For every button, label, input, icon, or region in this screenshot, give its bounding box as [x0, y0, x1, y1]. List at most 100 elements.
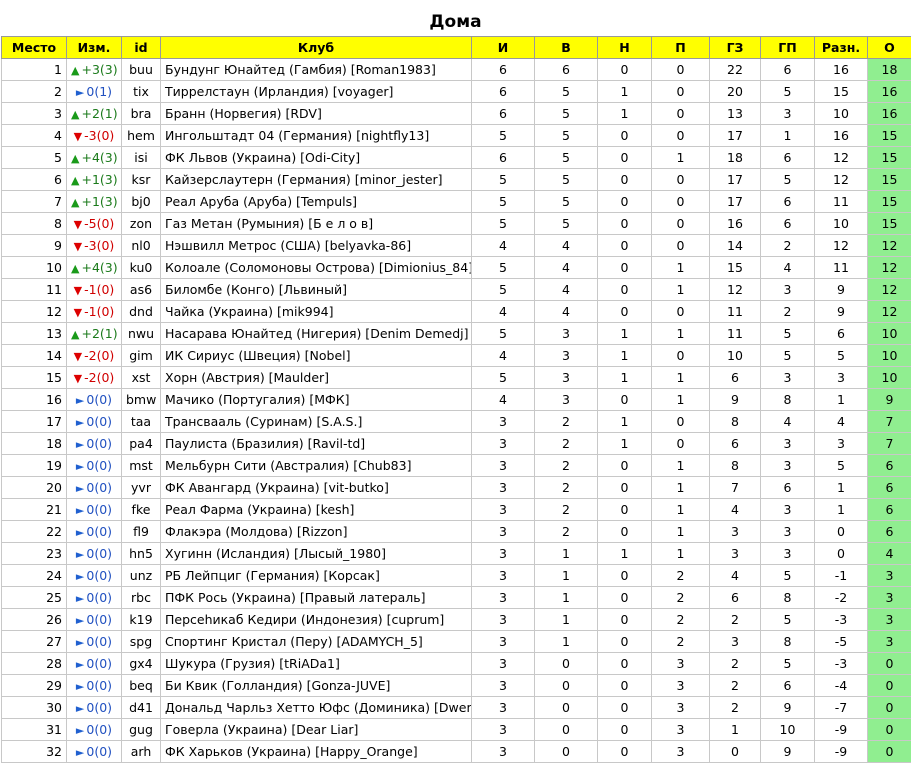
- table-row[interactable]: 27 ► 0(0) spg Спортинг Кристал (Перу) [ADAMY…: [1, 630, 911, 653]
- change-value: -3(0): [84, 238, 115, 253]
- losses-cell: 3: [651, 740, 710, 763]
- table-row[interactable]: 21 ► 0(0) fke Реал Фарма (Украина) [kesh] 3 2 0…: [1, 498, 911, 521]
- table-row[interactable]: 16 ► 0(0) bmw Мачико (Португалия) [МФК] 4 3 0 1 9…: [1, 388, 911, 411]
- table-row[interactable]: 2 ► 0(1) tix Тиррелстаун (Ирландия) [voyager…: [1, 80, 911, 103]
- club-cell: Паулиста (Бразилия) [Ravil-td]: [160, 432, 472, 455]
- table-row[interactable]: 23 ► 0(0) hn5 Хугинн (Исландия) [Лысый_1980]…: [1, 542, 911, 565]
- place-cell: 24: [1, 564, 67, 587]
- table-row[interactable]: 12 ▼ -1(0) dnd Чайка (Украина) [mik994] 4 4 0 0 1…: [1, 300, 911, 323]
- place-cell: 22: [1, 520, 67, 543]
- place-cell: 18: [1, 432, 67, 455]
- points-cell: 10: [867, 322, 911, 345]
- column-header-place[interactable]: Место: [1, 36, 67, 59]
- table-row[interactable]: 1 ▲ +3(3) buu Бундунг Юнайтед (Гамбия) [Roma…: [1, 58, 911, 81]
- column-header-games[interactable]: И: [471, 36, 535, 59]
- games-cell: 6: [471, 146, 535, 169]
- points-cell: 0: [867, 674, 911, 697]
- table-row[interactable]: 9 ▼ -3(0) nl0 Нэшвилл Метрос (США) [belyavka…: [1, 234, 911, 257]
- draws-cell: 0: [597, 234, 652, 257]
- club-cell: Бундунг Юнайтед (Гамбия) [Roman1983]: [160, 58, 472, 81]
- table-row[interactable]: 5 ▲ +4(3) isi ФК Львов (Украина) [Odi-City] 6…: [1, 146, 911, 169]
- wins-cell: 1: [534, 608, 598, 631]
- table-row[interactable]: 17 ► 0(0) taa Трансвааль (Суринам) [S.A.S.] 3…: [1, 410, 911, 433]
- goals-against-cell: 6: [760, 674, 815, 697]
- standings-table: Место Изм. id Клуб И В Н П ГЗ ГП Разн. О…: [1, 36, 911, 763]
- table-row[interactable]: 19 ► 0(0) mst Мельбурн Сити (Австралия) [Chu…: [1, 454, 911, 477]
- column-header-draws[interactable]: Н: [597, 36, 652, 59]
- wins-cell: 3: [534, 388, 598, 411]
- table-row[interactable]: 4 ▼ -3(0) hem Ингольштадт 04 (Германия) [nig…: [1, 124, 911, 147]
- points-cell: 7: [867, 432, 911, 455]
- draws-cell: 0: [597, 168, 652, 191]
- goal-difference-cell: 16: [814, 58, 868, 81]
- games-cell: 6: [471, 102, 535, 125]
- id-cell: ksr: [121, 168, 161, 191]
- column-header-points[interactable]: О: [867, 36, 911, 59]
- table-row[interactable]: 25 ► 0(0) rbc ПФК Рось (Украина) [Правый лат…: [1, 586, 911, 609]
- place-cell: 6: [1, 168, 67, 191]
- losses-cell: 2: [651, 586, 710, 609]
- table-row[interactable]: 18 ► 0(0) pa4 Паулиста (Бразилия) [Ravil-td]…: [1, 432, 911, 455]
- table-row[interactable]: 20 ► 0(0) yvr ФК Авангард (Украина) [vit-but…: [1, 476, 911, 499]
- column-header-id[interactable]: id: [121, 36, 161, 59]
- table-row[interactable]: 22 ► 0(0) fl9 Флакэра (Молдова) [Rizzon] 3 2 0 1…: [1, 520, 911, 543]
- column-header-losses[interactable]: П: [651, 36, 710, 59]
- games-cell: 3: [471, 454, 535, 477]
- table-row[interactable]: 32 ► 0(0) arh ФК Харьков (Украина) [Happy_Or…: [1, 740, 911, 763]
- arrow-down-icon: ▼: [73, 306, 83, 319]
- table-row[interactable]: 30 ► 0(0) d41 Дональд Чарльз Хетто Юфс (Доми…: [1, 696, 911, 719]
- table-row[interactable]: 3 ▲ +2(1) bra Бранн (Норвегия) [RDV] 6 5 1 0 13 3 1…: [1, 102, 911, 125]
- losses-cell: 1: [651, 366, 710, 389]
- goals-against-cell: 6: [760, 476, 815, 499]
- column-header-goals-for[interactable]: ГЗ: [709, 36, 761, 59]
- table-row[interactable]: 10 ▲ +4(3) ku0 Колоале (Соломоновы Острова) …: [1, 256, 911, 279]
- change-cell: ▲ +1(3): [66, 168, 122, 191]
- table-row[interactable]: 15 ▼ -2(0) xst Хорн (Австрия) [Maulder] 5 3 1 1 6…: [1, 366, 911, 389]
- table-row[interactable]: 7 ▲ +1(3) bj0 Реал Аруба (Аруба) [Tempuls] 5 5…: [1, 190, 911, 213]
- table-row[interactable]: 26 ► 0(0) k19 Персеһикаб Кедири (Индонезия) …: [1, 608, 911, 631]
- goals-against-cell: 5: [760, 322, 815, 345]
- table-header: Место Изм. id Клуб И В Н П ГЗ ГП Разн. О: [1, 36, 911, 59]
- id-cell: beq: [121, 674, 161, 697]
- wins-cell: 2: [534, 432, 598, 455]
- goals-against-cell: 5: [760, 80, 815, 103]
- table-row[interactable]: 6 ▲ +1(3) ksr Кайзерслаутерн (Германия) [min…: [1, 168, 911, 191]
- table-row[interactable]: 14 ▼ -2(0) gim ИК Сириус (Швеция) [Nobel] 4 3 1…: [1, 344, 911, 367]
- goals-for-cell: 13: [709, 102, 761, 125]
- games-cell: 5: [471, 212, 535, 235]
- points-cell: 6: [867, 454, 911, 477]
- table-row[interactable]: 8 ▼ -5(0) zon Газ Метан (Румыния) [Б е л о в…: [1, 212, 911, 235]
- draws-cell: 0: [597, 300, 652, 323]
- place-cell: 27: [1, 630, 67, 653]
- table-row[interactable]: 29 ► 0(0) beq Би Квик (Голландия) [Gonza-JUV…: [1, 674, 911, 697]
- column-header-goal-difference[interactable]: Разн.: [814, 36, 868, 59]
- id-cell: ku0: [121, 256, 161, 279]
- draws-cell: 0: [597, 256, 652, 279]
- points-cell: 10: [867, 366, 911, 389]
- goals-for-cell: 0: [709, 740, 761, 763]
- goal-difference-cell: 3: [814, 432, 868, 455]
- table-row[interactable]: 28 ► 0(0) gx4 Шукура (Грузия) [tRiADa1] 3 0 0 3 2…: [1, 652, 911, 675]
- change-cell: ▼ -3(0): [66, 124, 122, 147]
- table-row[interactable]: 24 ► 0(0) unz РБ Лейпциг (Германия) [Корсак]…: [1, 564, 911, 587]
- column-header-change[interactable]: Изм.: [66, 36, 122, 59]
- goal-difference-cell: 16: [814, 124, 868, 147]
- goal-difference-cell: -9: [814, 718, 868, 741]
- column-header-club[interactable]: Клуб: [160, 36, 472, 59]
- goal-difference-cell: -3: [814, 608, 868, 631]
- id-cell: as6: [121, 278, 161, 301]
- table-title: Дома: [429, 12, 482, 32]
- club-cell: Спортинг Кристал (Перу) [ADAMYCH_5]: [160, 630, 472, 653]
- change-cell: ▲ +2(1): [66, 102, 122, 125]
- draws-cell: 1: [597, 322, 652, 345]
- table-row[interactable]: 11 ▼ -1(0) as6 Биломбе (Конго) [Львиный] 5 4 0 1…: [1, 278, 911, 301]
- club-cell: ПФК Рось (Украина) [Правый латераль]: [160, 586, 472, 609]
- place-cell: 14: [1, 344, 67, 367]
- table-row[interactable]: 13 ▲ +2(1) nwu Насарава Юнайтед (Нигерия) [D…: [1, 322, 911, 345]
- column-header-goals-against[interactable]: ГП: [760, 36, 815, 59]
- place-cell: 2: [1, 80, 67, 103]
- table-row[interactable]: 31 ► 0(0) gug Говерла (Украина) [Dear Liar] 3…: [1, 718, 911, 741]
- column-header-wins[interactable]: В: [534, 36, 598, 59]
- table-body: 1 ▲ +3(3) buu Бундунг Юнайтед (Гамбия) [Roma…: [1, 58, 911, 763]
- wins-cell: 6: [534, 58, 598, 81]
